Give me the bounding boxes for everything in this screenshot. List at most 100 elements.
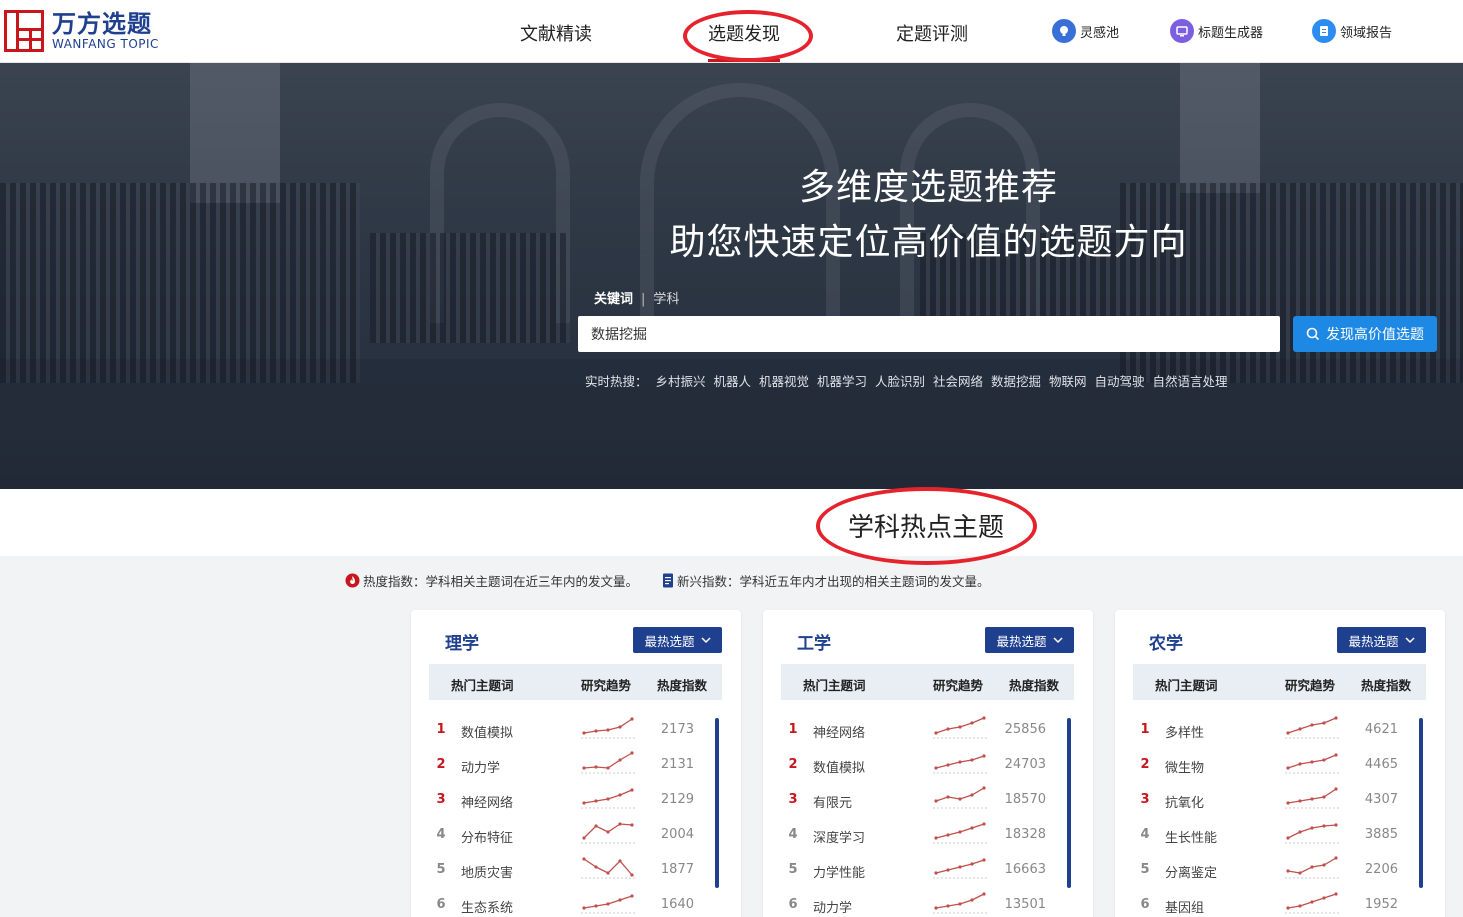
table-row[interactable]: 1 数值模拟 2173 — [429, 714, 722, 749]
topic-term[interactable]: 深度学习 — [813, 827, 865, 846]
table-row[interactable]: 1 神经网络 25856 — [781, 714, 1074, 749]
topic-term[interactable]: 动力学 — [813, 897, 852, 916]
sparkline-line — [935, 893, 985, 909]
table-row[interactable]: 4 分布特征 2004 — [429, 819, 722, 854]
table-row[interactable]: 4 生长性能 3885 — [1133, 819, 1426, 854]
table-row[interactable]: 2 微生物 4465 — [1133, 749, 1426, 784]
sparkline-point — [970, 758, 974, 762]
hot-search-label: 实时热搜： — [585, 374, 648, 389]
top-header: 万方选题 WANFANG TOPIC 文献精读 选题发现 定题评测 灵感池 标题… — [0, 0, 1463, 63]
hot-search-bar: 实时热搜： 乡村振兴 机器人 机器视觉 机器学习 人脸识别 社会网络 数据挖掘 … — [585, 371, 1232, 390]
rank-number: 4 — [1140, 827, 1150, 842]
sparkline-point — [1322, 896, 1326, 900]
topic-term[interactable]: 生长性能 — [1165, 827, 1217, 846]
trend-sparkline — [1285, 823, 1339, 844]
table-row[interactable]: 6 动力学 13501 — [781, 889, 1074, 917]
hot-index-value: 1952 — [1364, 897, 1398, 912]
sparkline-point — [594, 765, 598, 769]
hot-index-value: 24703 — [1004, 757, 1046, 772]
sparkline-point — [982, 822, 986, 826]
scrollbar[interactable] — [1419, 718, 1423, 888]
topic-term[interactable]: 数值模拟 — [461, 722, 513, 741]
hot-term[interactable]: 机器学习 — [817, 374, 867, 389]
topic-term[interactable]: 基因组 — [1165, 897, 1204, 916]
chevron-down-icon — [1052, 636, 1063, 643]
scrollbar[interactable] — [715, 718, 719, 888]
hot-term[interactable]: 社会网络 — [933, 374, 983, 389]
topic-term[interactable]: 动力学 — [461, 757, 500, 776]
tool-inspiration-pool[interactable]: 灵感池 — [1052, 19, 1119, 43]
topic-term[interactable]: 神经网络 — [461, 792, 513, 811]
sort-dropdown[interactable]: 最热选题 — [633, 627, 722, 653]
table-row[interactable]: 2 数值模拟 24703 — [781, 749, 1074, 784]
sparkline-point — [630, 717, 634, 721]
subject-card-agriculture: 农学 最热选题 热门主题词 研究趋势 热度指数 1 多样性 4621 2 微生物 4465… — [1115, 610, 1445, 917]
topic-term[interactable]: 多样性 — [1165, 722, 1204, 741]
sort-dropdown[interactable]: 最热选题 — [1337, 627, 1426, 653]
topic-term[interactable]: 有限元 — [813, 792, 852, 811]
table-row[interactable]: 5 力学性能 16663 — [781, 854, 1074, 889]
trend-sparkline — [581, 751, 635, 774]
topic-term[interactable]: 微生物 — [1165, 757, 1204, 776]
table-row[interactable]: 1 多样性 4621 — [1133, 714, 1426, 749]
hot-term[interactable]: 机器视觉 — [759, 374, 809, 389]
nav-topic-discovery[interactable]: 选题发现 — [708, 20, 780, 46]
topic-term[interactable]: 分离鉴定 — [1165, 862, 1217, 881]
sparkline-line — [1287, 788, 1337, 804]
topic-term[interactable]: 抗氧化 — [1165, 792, 1204, 811]
hot-term[interactable]: 自动驾驶 — [1095, 374, 1145, 389]
tab-keyword[interactable]: 关键词 — [594, 292, 633, 307]
nav-literature-reading[interactable]: 文献精读 — [520, 20, 592, 46]
trend-sparkline — [581, 717, 635, 739]
tab-subject[interactable]: 学科 — [653, 292, 679, 307]
tool-domain-report[interactable]: 领域报告 — [1312, 19, 1392, 43]
topic-term[interactable]: 生态系统 — [461, 897, 513, 916]
table-row[interactable]: 6 生态系统 1640 — [429, 889, 722, 917]
nav-topic-evaluation[interactable]: 定题评测 — [896, 20, 968, 46]
hot-index-value: 2131 — [660, 757, 694, 772]
hot-term[interactable]: 乡村振兴 — [656, 374, 706, 389]
hot-term[interactable]: 机器人 — [714, 374, 752, 389]
table-row[interactable]: 5 地质灾害 1877 — [429, 854, 722, 889]
scrollbar[interactable] — [1067, 718, 1071, 888]
rank-number: 6 — [1140, 897, 1150, 912]
table-row[interactable]: 3 抗氧化 4307 — [1133, 784, 1426, 819]
hot-index-value: 4307 — [1364, 792, 1398, 807]
hot-term[interactable]: 人脸识别 — [875, 374, 925, 389]
table-row[interactable]: 2 动力学 2131 — [429, 749, 722, 784]
logo-text-cn: 万方选题 — [52, 10, 152, 38]
topic-term[interactable]: 数值模拟 — [813, 757, 865, 776]
sparkline-point — [618, 898, 622, 902]
sparkline-point — [934, 906, 938, 910]
topic-term[interactable]: 神经网络 — [813, 722, 865, 741]
table-row[interactable]: 5 分离鉴定 2206 — [1133, 854, 1426, 889]
legend-hot-index: 热度指数：学科相关主题词在近三年内的发文量。 — [345, 571, 638, 590]
rank-number: 1 — [1140, 722, 1150, 737]
topic-term[interactable]: 地质灾害 — [461, 862, 513, 881]
table-row[interactable]: 3 有限元 18570 — [781, 784, 1074, 819]
hot-term[interactable]: 物联网 — [1049, 374, 1087, 389]
sort-dropdown[interactable]: 最热选题 — [985, 627, 1074, 653]
table-row[interactable]: 3 神经网络 2129 — [429, 784, 722, 819]
sparkline-point — [1334, 753, 1338, 757]
sparkline-point — [630, 873, 634, 877]
chevron-down-icon — [700, 636, 711, 643]
sparkline-point — [946, 868, 950, 872]
sparkline-point — [594, 824, 598, 828]
sparkline-point — [1286, 731, 1290, 735]
hot-term[interactable]: 数据挖掘 — [991, 374, 1041, 389]
table-row[interactable]: 4 深度学习 18328 — [781, 819, 1074, 854]
discover-topic-button[interactable]: 发现高价值选题 — [1293, 316, 1437, 352]
topic-term[interactable]: 分布特征 — [461, 827, 513, 846]
sparkline-point — [1334, 716, 1338, 720]
logo[interactable]: 万方选题 WANFANG TOPIC — [4, 10, 159, 52]
rank-number: 3 — [788, 792, 798, 807]
hero-banner: 多维度选题推荐 助您快速定位高价值的选题方向 关键词 | 学科 发现高价值选题 实时… — [0, 63, 1463, 489]
sparkline-point — [582, 731, 586, 735]
sparkline-point — [1286, 836, 1290, 840]
topic-term[interactable]: 力学性能 — [813, 862, 865, 881]
tool-title-generator[interactable]: 标题生成器 — [1170, 19, 1263, 43]
table-row[interactable]: 6 基因组 1952 — [1133, 889, 1426, 917]
hot-term[interactable]: 自然语言处理 — [1153, 374, 1228, 389]
search-input[interactable] — [578, 316, 1280, 352]
